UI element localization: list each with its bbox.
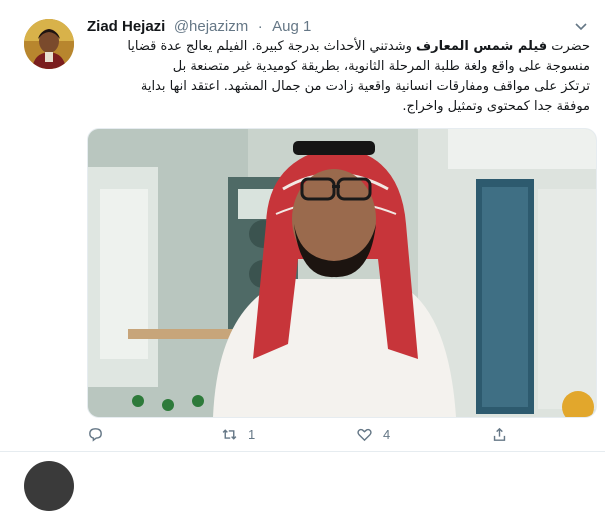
tweet-card[interactable]: Ziad Hejazi @hejazizm · Aug 1 حضرت فيلم …: [0, 0, 605, 450]
author-handle[interactable]: @hejazizm: [174, 18, 248, 35]
like-count: 4: [383, 426, 391, 442]
tweet-header: Ziad Hejazi @hejazizm · Aug 1: [87, 17, 311, 37]
tweet-photo[interactable]: [87, 128, 597, 418]
retweet-icon: [222, 428, 237, 440]
retweet-count: 1: [248, 426, 256, 442]
reply-button[interactable]: [87, 424, 114, 444]
film-title: فيلم شمس المعارف: [416, 39, 548, 54]
tweet-actions: 1 4: [0, 418, 605, 450]
tweet-text-line: منسوجة على واقع ولغة طلبة المرحلة الثانو…: [172, 59, 590, 74]
like-button[interactable]: 4: [356, 424, 390, 444]
tweet-text-line: ترتكز على مواقف ومفارقات انسانية واقعية …: [140, 79, 590, 94]
tweet-text-line: موفقة جدا كمحتوى وتمثيل واخراج.: [402, 99, 590, 114]
caret-down-icon[interactable]: [574, 22, 588, 32]
tweet-text: حضرت فيلم شمس المعارف وشدتني الأحداث بدر…: [87, 37, 590, 117]
next-tweet-avatar[interactable]: [24, 461, 74, 511]
retweet-button[interactable]: 1: [221, 424, 255, 444]
tweet-divider: [0, 451, 605, 452]
tweet-text-line: حضرت فيلم شمس المعارف وشدتني الأحداث بدر…: [127, 39, 590, 54]
like-icon: [357, 428, 372, 441]
reply-icon: [89, 427, 102, 442]
tweet-date[interactable]: Aug 1: [272, 18, 311, 35]
header-separator: ·: [257, 18, 263, 35]
author-name[interactable]: Ziad Hejazi: [87, 18, 165, 35]
share-button[interactable]: [491, 424, 508, 444]
share-icon: [493, 427, 506, 441]
author-avatar[interactable]: [24, 19, 74, 69]
